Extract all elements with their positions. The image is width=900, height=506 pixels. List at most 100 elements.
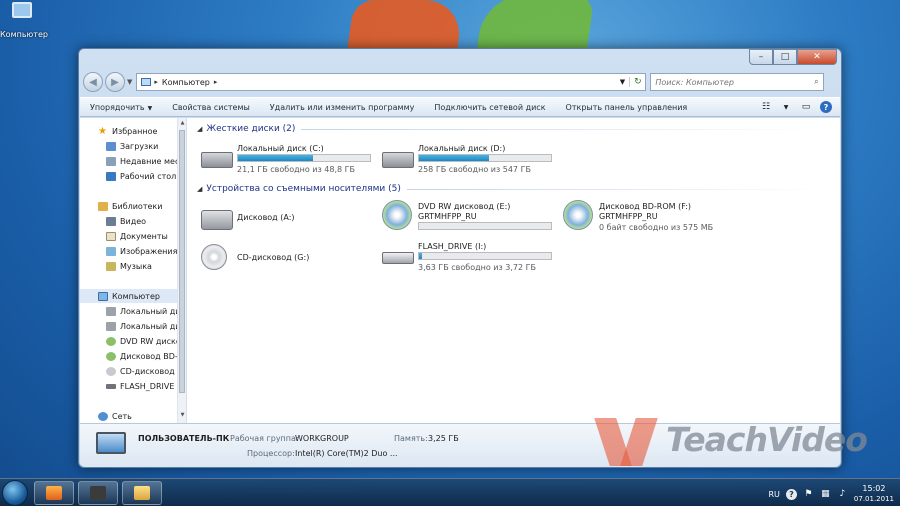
drive-free-space: 0 байт свободно из 575 МБ [599,223,714,232]
collapse-icon[interactable]: ◢ [197,125,202,133]
clock[interactable]: 15:02 07.01.2011 [854,484,894,504]
usage-fill [238,155,314,161]
minimize-button[interactable]: – [749,49,773,65]
usage-bar [418,222,552,230]
taskbar-camera-app[interactable] [78,481,118,505]
scroll-down-icon[interactable]: ▼ [178,412,186,421]
usb-drive-icon [382,252,414,264]
language-indicator[interactable]: RU [768,490,779,499]
drive-d[interactable]: Локальный диск (D:) 258 ГБ свободно из 5… [378,142,553,178]
nav-dvd-e[interactable]: DVD RW дисковод (E:) [80,334,178,348]
music-icon [106,261,116,271]
desktop-computer-icon[interactable]: Компьютер [0,0,48,46]
floppy-drive-icon [201,210,233,230]
nav-documents[interactable]: Документы [80,229,178,243]
open-control-panel-button[interactable]: Открыть панель управления [556,103,698,112]
drive-g[interactable]: CD-дисковод (G:) [197,242,372,278]
taskbar-explorer[interactable] [122,481,162,505]
volume-label: GRTMHFPP_RU [418,212,477,221]
nav-local-disk-d[interactable]: Локальный диск (D:) [80,319,178,333]
action-center-icon[interactable]: ⚑ [803,489,814,500]
scroll-up-icon[interactable]: ▲ [178,120,186,129]
drive-name: FLASH_DRIVE (I:) [418,242,487,251]
memory-value: 3,25 ГБ [428,434,459,443]
address-dropdown-icon[interactable]: ▼ [615,78,629,86]
nav-music[interactable]: Музыка [80,259,178,273]
uninstall-program-button[interactable]: Удалить или изменить программу [260,103,425,112]
section-removable[interactable]: ◢ Устройства со съемными носителями (5) [197,184,827,194]
section-divider [406,188,827,190]
map-network-drive-button[interactable]: Подключить сетевой диск [424,103,555,112]
nav-videos[interactable]: Видео [80,214,178,228]
explorer-window: – □ ✕ ◀ ▶ ▼ ▸ Компьютер ▸ ▼ ↻ ⌕ Упорядоч… [78,48,842,468]
view-options-icon[interactable]: ☷ [760,101,772,113]
hard-disk-icon [201,152,233,168]
search-icon[interactable]: ⌕ [809,77,823,87]
drive-a[interactable]: Дисковод (A:) [197,202,372,238]
nav-label: Музыка [120,261,152,271]
hard-disk-icon [106,306,116,316]
nav-bd-rom-f[interactable]: Дисковод BD-ROM (F:) [80,349,178,363]
organize-button[interactable]: Упорядочить ▼ [80,103,162,112]
bd-rom-icon [106,351,116,361]
drive-c[interactable]: Локальный диск (C:) 21,1 ГБ свободно из … [197,142,372,178]
breadcrumb-computer[interactable]: Компьютер [162,78,210,87]
start-button[interactable] [2,480,28,506]
desktop-icon-label: Компьютер [0,30,48,39]
recent-pages-dropdown[interactable]: ▼ [127,78,132,86]
chevron-down-icon: ▼ [147,104,153,112]
search-input[interactable] [655,77,810,87]
nav-libraries[interactable]: Библиотеки [80,199,178,213]
drive-free-space: 3,63 ГБ свободно из 3,72 ГБ [418,263,537,272]
help-icon[interactable]: ? [785,488,797,500]
refresh-icon[interactable]: ↻ [629,77,645,87]
drive-f[interactable]: Дисковод BD-ROM (F:) GRTMHFPP_RU 0 байт … [559,200,734,240]
breadcrumb-arrow-icon[interactable]: ▸ [214,78,218,86]
section-hard-drives[interactable]: ◢ Жесткие диски (2) [197,124,827,134]
close-button[interactable]: ✕ [797,49,837,65]
nav-recent-places[interactable]: Недавние места [80,154,178,168]
nav-network[interactable]: Сеть [80,409,178,423]
nav-label: DVD RW дисковод (E:) [120,336,178,346]
drive-e[interactable]: DVD RW дисковод (E:) GRTMHFPP_RU [378,200,553,240]
workgroup-label: Рабочая группа: [230,434,299,443]
cd-disc-icon [201,244,227,270]
search-box[interactable]: ⌕ [650,73,825,91]
back-button[interactable]: ◀ [83,72,103,92]
system-properties-button[interactable]: Свойства системы [162,103,260,112]
preview-pane-icon[interactable]: ▭ [800,101,812,113]
nav-computer[interactable]: Компьютер [80,289,178,303]
nav-desktop[interactable]: Рабочий стол [80,169,178,183]
videos-icon [106,216,116,226]
address-bar[interactable]: ▸ Компьютер ▸ ▼ ↻ [136,73,647,91]
forward-button[interactable]: ▶ [105,72,125,92]
usb-drive-icon [106,383,116,389]
nav-cd-g[interactable]: CD-дисковод (G:) [80,364,178,378]
collapse-icon[interactable]: ◢ [197,185,202,193]
drives-view: ◢ Жесткие диски (2) Локальный диск (C:) … [187,118,840,423]
toolbar-right: ☷ ▼ ▭ ? [760,101,840,113]
nav-pictures[interactable]: Изображения [80,244,178,258]
drive-i[interactable]: FLASH_DRIVE (I:) 3,63 ГБ свободно из 3,7… [378,240,553,276]
volume-icon[interactable]: ♪ [837,489,848,500]
watermark-text: TeachVideo [666,420,868,459]
view-dropdown-icon[interactable]: ▼ [780,101,792,113]
libraries-icon [98,201,108,211]
drive-name: Локальный диск (D:) [418,144,506,153]
nav-flash-drive-i[interactable]: FLASH_DRIVE (I:) [80,379,178,393]
network-icon[interactable]: ▦ [820,489,831,500]
nav-scrollbar[interactable]: ▲ ▼ [177,118,186,423]
nav-label: CD-дисковод (G:) [120,366,178,376]
nav-favorites[interactable]: ★ Избранное [80,124,178,138]
volume-label: GRTMHFPP_RU [599,212,658,221]
address-arrow-icon[interactable]: ▸ [154,78,158,86]
memory-label: Память: [394,434,428,443]
nav-label: Изображения [120,246,178,256]
taskbar-media-player[interactable] [34,481,74,505]
maximize-button[interactable]: □ [773,49,797,65]
nav-local-disk-c[interactable]: Локальный диск (C:) [80,304,178,318]
help-icon[interactable]: ? [820,101,832,113]
scroll-thumb[interactable] [179,130,185,393]
cd-icon [106,366,116,376]
nav-downloads[interactable]: Загрузки [80,139,178,153]
